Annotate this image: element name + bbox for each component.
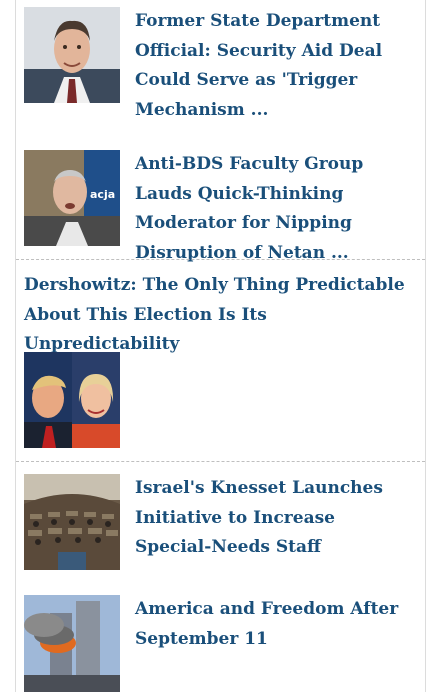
article-thumbnail[interactable] [24, 474, 120, 570]
list-item[interactable]: acja Anti-BDS Faculty Group Lauds Quick-… [24, 150, 417, 263]
article-title-link[interactable]: Dershowitz: The Only Thing Predictable A… [24, 271, 417, 360]
list-item[interactable]: Former State Department Official: Securi… [24, 7, 417, 127]
article-list: Former State Department Official: Securi… [15, 0, 426, 692]
article-thumbnail[interactable]: acja [24, 150, 120, 246]
article-title-link[interactable]: Former State Department Official: Securi… [135, 7, 413, 125]
article-thumbnail[interactable] [24, 352, 120, 448]
article-thumbnail[interactable] [24, 595, 120, 692]
svg-text:acja: acja [90, 188, 115, 201]
list-divider [16, 461, 425, 462]
article-title-link[interactable]: Anti-BDS Faculty Group Lauds Quick-Think… [135, 150, 413, 268]
list-item[interactable] [24, 352, 417, 448]
article-title-link[interactable]: America and Freedom After September 11 [135, 595, 413, 654]
article-title-link[interactable]: Israel's Knesset Launches Initiative to … [135, 474, 413, 563]
list-item[interactable]: Israel's Knesset Launches Initiative to … [24, 474, 417, 574]
list-divider [16, 259, 425, 260]
list-item[interactable]: America and Freedom After September 11 [24, 595, 417, 695]
article-thumbnail[interactable] [24, 7, 120, 103]
